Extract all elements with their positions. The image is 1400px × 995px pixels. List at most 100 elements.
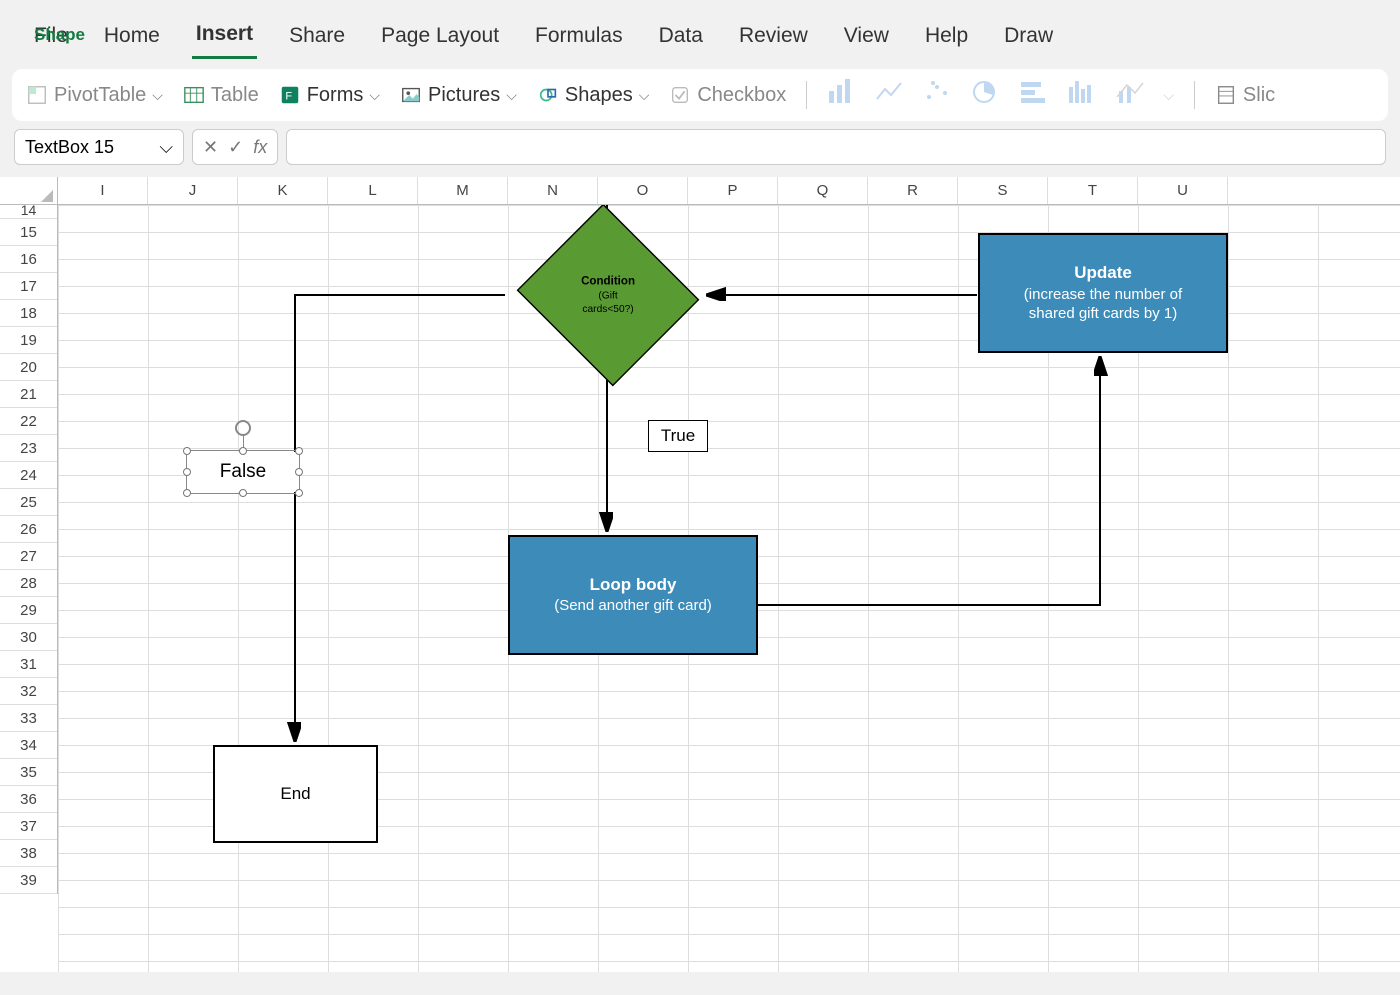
- menu-shape[interactable]: Shape: [30, 22, 89, 56]
- menu-formulas[interactable]: Formulas: [531, 22, 627, 58]
- row-header[interactable]: 19: [0, 327, 57, 354]
- col-header[interactable]: L: [328, 177, 418, 204]
- table-button[interactable]: Table: [183, 84, 259, 107]
- col-header[interactable]: U: [1138, 177, 1228, 204]
- row-header[interactable]: 24: [0, 462, 57, 489]
- row-header[interactable]: 32: [0, 678, 57, 705]
- menu-share[interactable]: Share: [285, 22, 349, 58]
- col-header[interactable]: T: [1048, 177, 1138, 204]
- scatter-chart-icon[interactable]: [923, 79, 953, 111]
- menu-review[interactable]: Review: [735, 22, 812, 58]
- col-header[interactable]: S: [958, 177, 1048, 204]
- row-header[interactable]: 31: [0, 651, 57, 678]
- forms-button[interactable]: F Forms ⌵: [279, 84, 380, 107]
- pictures-button[interactable]: Pictures ⌵: [400, 84, 517, 107]
- condition-diamond-shape[interactable]: Condition (Gift cards<50?): [517, 204, 700, 387]
- shapes-button[interactable]: Shapes ⌵: [537, 84, 649, 107]
- col-header[interactable]: I: [58, 177, 148, 204]
- combo-chart-icon[interactable]: [1115, 79, 1145, 111]
- flowchart-canvas: Condition (Gift cards<50?) Update (incre…: [58, 205, 1400, 972]
- line-chart-icon[interactable]: [875, 79, 905, 111]
- row-header[interactable]: 33: [0, 705, 57, 732]
- cancel-icon[interactable]: ✕: [203, 137, 218, 158]
- row-header[interactable]: 17: [0, 273, 57, 300]
- menu-data[interactable]: Data: [655, 22, 707, 58]
- chevron-down-icon[interactable]: ⌵: [159, 137, 173, 158]
- col-header[interactable]: M: [418, 177, 508, 204]
- col-header[interactable]: O: [598, 177, 688, 204]
- col-header[interactable]: P: [688, 177, 778, 204]
- row-header[interactable]: 23: [0, 435, 57, 462]
- resize-handle-w[interactable]: [183, 468, 191, 476]
- row-header[interactable]: 25: [0, 489, 57, 516]
- rotation-handle[interactable]: [235, 420, 251, 436]
- condition-line2: cards<50?): [582, 303, 633, 316]
- menu-view[interactable]: View: [840, 22, 893, 58]
- menu-draw[interactable]: Draw: [1000, 22, 1057, 58]
- resize-handle-e[interactable]: [295, 468, 303, 476]
- ribbon-divider: [806, 81, 807, 109]
- ribbon-divider: [1194, 81, 1195, 109]
- shapes-label: Shapes: [565, 84, 633, 107]
- col-header[interactable]: R: [868, 177, 958, 204]
- row-header[interactable]: 14: [0, 205, 57, 219]
- row-header[interactable]: 34: [0, 732, 57, 759]
- resize-handle-n[interactable]: [239, 447, 247, 455]
- row-header[interactable]: 36: [0, 786, 57, 813]
- name-box[interactable]: TextBox 15 ⌵: [14, 129, 184, 165]
- loop-rect-shape[interactable]: Loop body (Send another gift card): [508, 535, 758, 655]
- resize-handle-nw[interactable]: [183, 447, 191, 455]
- resize-handle-ne[interactable]: [295, 447, 303, 455]
- menu-insert[interactable]: Insert: [192, 20, 257, 59]
- hbar-chart-icon[interactable]: [1019, 79, 1049, 111]
- slicer-button[interactable]: Slic: [1215, 84, 1275, 107]
- row-header[interactable]: 29: [0, 597, 57, 624]
- histogram-icon[interactable]: [1067, 79, 1097, 111]
- row-header[interactable]: 38: [0, 840, 57, 867]
- pivottable-button[interactable]: PivotTable ⌵: [26, 84, 163, 107]
- row-header[interactable]: 27: [0, 543, 57, 570]
- row-header[interactable]: 26: [0, 516, 57, 543]
- end-rect-shape[interactable]: End: [213, 745, 378, 843]
- end-title: End: [280, 783, 310, 805]
- update-rect-shape[interactable]: Update (increase the number of shared gi…: [978, 233, 1228, 353]
- menu-help[interactable]: Help: [921, 22, 972, 58]
- chevron-down-icon[interactable]: ⌵: [1163, 87, 1174, 104]
- row-header[interactable]: 21: [0, 381, 57, 408]
- formula-input[interactable]: [286, 129, 1386, 165]
- select-all-triangle[interactable]: [0, 177, 58, 205]
- checkbox-button[interactable]: Checkbox: [669, 84, 786, 107]
- formula-controls: ✕ ✓ fx: [192, 129, 278, 165]
- fx-icon[interactable]: fx: [253, 137, 267, 158]
- bar-chart-icon[interactable]: [827, 79, 857, 111]
- row-header[interactable]: 37: [0, 813, 57, 840]
- row-header[interactable]: 39: [0, 867, 57, 894]
- col-header[interactable]: N: [508, 177, 598, 204]
- table-icon: [183, 84, 205, 106]
- row-header[interactable]: 16: [0, 246, 57, 273]
- true-label-textbox[interactable]: True: [648, 420, 708, 452]
- chevron-down-icon: ⌵: [639, 87, 650, 104]
- row-header[interactable]: 30: [0, 624, 57, 651]
- row-header[interactable]: 35: [0, 759, 57, 786]
- false-label-text: False: [220, 460, 266, 485]
- col-header[interactable]: J: [148, 177, 238, 204]
- row-headers: 14 15 16 17 18 19 20 21 22 23 24 25 26 2…: [0, 205, 58, 894]
- spreadsheet: I J K L M N O P Q R S T U 14 15 16 17 18…: [0, 177, 1400, 972]
- accept-icon[interactable]: ✓: [228, 137, 243, 158]
- resize-handle-s[interactable]: [239, 489, 247, 497]
- resize-handle-sw[interactable]: [183, 489, 191, 497]
- row-header[interactable]: 15: [0, 219, 57, 246]
- menu-home[interactable]: Home: [100, 22, 164, 58]
- row-header[interactable]: 22: [0, 408, 57, 435]
- row-header[interactable]: 18: [0, 300, 57, 327]
- col-header[interactable]: Q: [778, 177, 868, 204]
- col-header[interactable]: K: [238, 177, 328, 204]
- ribbon: PivotTable ⌵ Table F Forms ⌵ Pictures ⌵ …: [12, 69, 1388, 121]
- false-label-textbox[interactable]: False: [188, 452, 298, 492]
- menu-page-layout[interactable]: Page Layout: [377, 22, 503, 58]
- row-header[interactable]: 28: [0, 570, 57, 597]
- resize-handle-se[interactable]: [295, 489, 303, 497]
- pie-chart-icon[interactable]: [971, 79, 1001, 111]
- row-header[interactable]: 20: [0, 354, 57, 381]
